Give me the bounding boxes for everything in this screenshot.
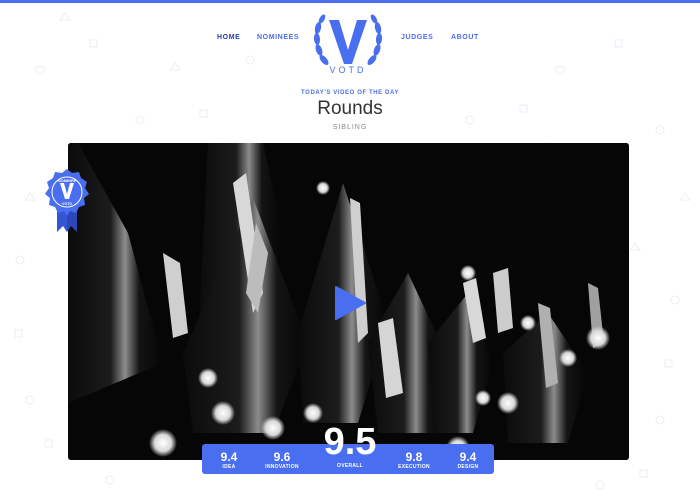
score-execution: 9.8 EXECUTION <box>394 444 434 471</box>
score-innovation: 9.6 INNOVATION <box>260 444 304 471</box>
video-author[interactable]: SIBLING <box>0 124 700 131</box>
score-idea: 9.4 IDEA <box>214 444 244 471</box>
video-title: Rounds <box>317 98 383 119</box>
svg-text:NOMINEE: NOMINEE <box>58 178 77 183</box>
nav-home[interactable]: HOME <box>217 34 240 41</box>
top-accent-rule <box>0 0 700 3</box>
score-overall-value: 9.5 <box>323 421 377 463</box>
score-idea-label: IDEA <box>222 464 236 470</box>
play-icon[interactable] <box>333 286 367 320</box>
score-execution-label: EXECUTION <box>398 464 430 470</box>
nav-nominees[interactable]: NOMINEES <box>257 34 299 41</box>
nav-about[interactable]: ABOUT <box>451 34 479 41</box>
score-design-value: 9.4 <box>459 450 477 464</box>
score-innovation-label: INNOVATION <box>265 464 299 470</box>
logo-wordmark: VOTD <box>329 65 367 75</box>
score-idea-value: 9.4 <box>220 450 238 464</box>
score-overall-label: OVERALL <box>337 463 363 469</box>
score-innovation-value: 9.6 <box>273 450 291 464</box>
score-execution-value: 9.8 <box>405 450 423 464</box>
section-kicker: TODAY'S VIDEO OF THE DAY <box>301 90 399 96</box>
score-design-label: DESIGN <box>457 464 479 470</box>
nominee-ribbon-icon: NOMINEE VOTD <box>45 169 89 232</box>
svg-text:VOTD: VOTD <box>62 202 72 206</box>
score-design: 9.4 DESIGN <box>450 444 486 471</box>
score-overall: 9.5 OVERALL <box>308 422 392 474</box>
nav-judges[interactable]: JUDGES <box>401 34 433 41</box>
